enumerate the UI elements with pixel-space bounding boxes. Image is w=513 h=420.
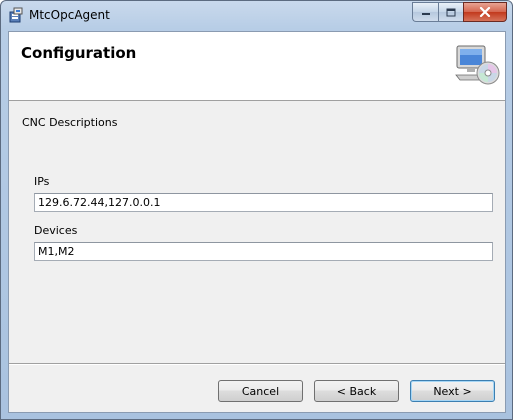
footer-separator bbox=[9, 363, 505, 365]
devices-label: Devices bbox=[34, 224, 78, 237]
ips-field[interactable]: 129.6.72.44,127.0.0.1 bbox=[34, 193, 493, 212]
maximize-icon bbox=[446, 8, 456, 16]
page-title: Configuration bbox=[21, 44, 137, 62]
ips-label: IPs bbox=[34, 175, 50, 188]
cancel-button[interactable]: Cancel bbox=[218, 380, 303, 402]
computer-cd-icon bbox=[455, 45, 500, 85]
minimize-button[interactable] bbox=[412, 2, 438, 22]
window-title: MtcOpcAgent bbox=[29, 8, 110, 22]
maximize-button[interactable] bbox=[438, 2, 463, 22]
back-button[interactable]: < Back bbox=[314, 380, 399, 402]
caption-buttons bbox=[412, 2, 507, 22]
next-button[interactable]: Next > bbox=[410, 380, 495, 402]
installer-app-icon bbox=[9, 7, 23, 23]
banner: Configuration bbox=[9, 32, 505, 101]
section-label: CNC Descriptions bbox=[22, 116, 118, 129]
close-button[interactable] bbox=[463, 2, 507, 22]
installer-window: MtcOpcAgent Configuration CNC Descriptio… bbox=[0, 0, 513, 420]
title-bar[interactable]: MtcOpcAgent bbox=[1, 1, 512, 31]
wizard-client-area: Configuration CNC Descriptions IPs 129.6… bbox=[8, 31, 506, 413]
close-icon bbox=[479, 7, 491, 17]
minimize-icon bbox=[421, 13, 430, 15]
devices-field[interactable]: M1,M2 bbox=[34, 242, 493, 261]
